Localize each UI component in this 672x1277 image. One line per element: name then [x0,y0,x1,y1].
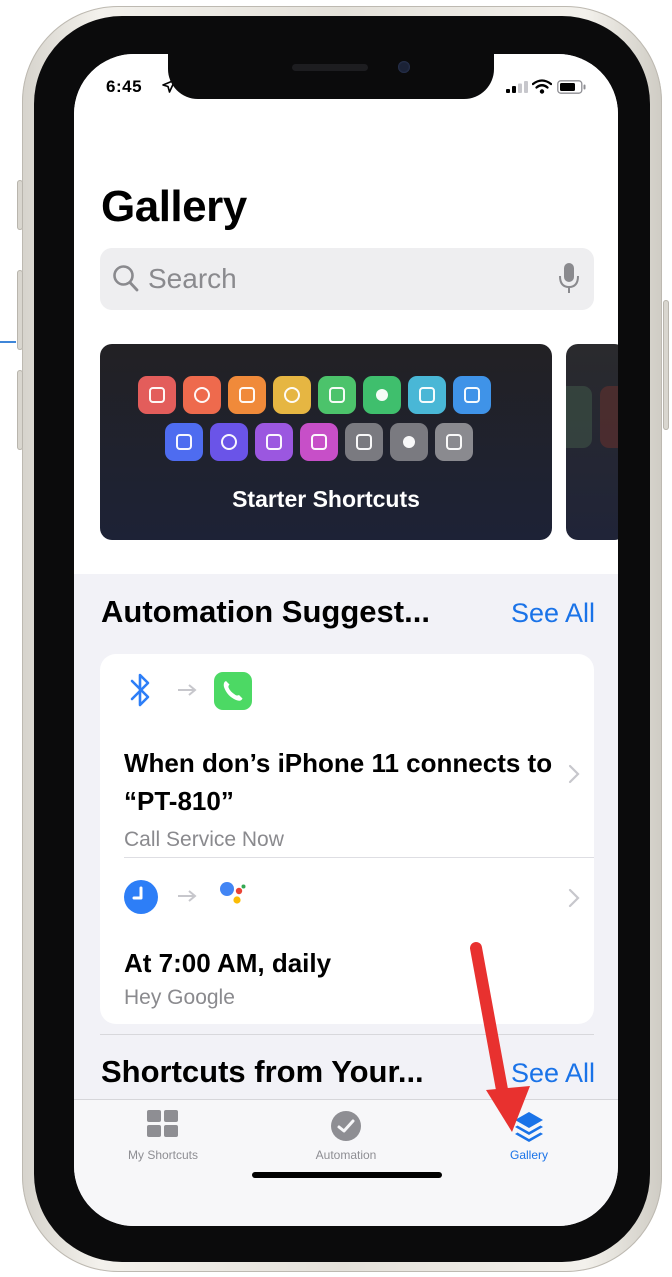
automation-clock-icon [331,1111,361,1141]
shortcuts-section-header: Shortcuts from Your... See All [101,1050,595,1096]
shortcut-app-icon [183,376,221,414]
section-separator [100,1034,594,1035]
shortcut-glyph-icon [176,434,192,450]
shortcut-glyph-icon [403,436,415,448]
status-time: 6:45 [106,77,143,96]
list-divider [124,857,594,858]
shortcut-app-icon [165,423,203,461]
banner-icon-row-1 [138,376,518,414]
shortcut-app-icon [300,423,338,461]
suggestion-title: When don’s iPhone 11 connects to “PT-810… [124,748,553,816]
search-input[interactable] [148,262,528,296]
clock-icon [124,880,158,914]
suggestion-item[interactable]: When don’s iPhone 11 connects to “PT-810… [124,670,580,852]
microphone-icon[interactable] [558,262,580,296]
shortcut-app-icon [138,376,176,414]
wifi-icon [532,79,552,94]
suggestion-subtitle: Call Service Now [124,828,284,851]
battery-icon [557,80,586,94]
automation-suggestions-card: When don’s iPhone 11 connects to “PT-810… [100,654,594,1024]
suggestion-title: At 7:00 AM, daily [124,948,332,978]
chevron-right-icon [568,764,580,784]
search-bar[interactable] [100,248,594,310]
chevron-right-icon [568,888,580,908]
shortcut-app-icon [408,376,446,414]
shortcut-app-icon [210,423,248,461]
home-indicator[interactable] [252,1172,442,1178]
shortcut-app-icon [435,423,473,461]
tab-label: My Shortcuts [127,1148,199,1162]
shortcut-glyph-icon [284,387,300,403]
shortcut-app-icon [318,376,356,414]
arrow-right-icon [178,890,197,902]
suggestion-item[interactable]: At 7:00 AM, daily Hey Google [124,874,580,1014]
phone-icon [214,672,252,710]
shortcut-glyph-icon [194,387,210,403]
starter-shortcuts-banner[interactable]: Starter Shortcuts [100,344,552,540]
arrow-right-icon [178,684,197,696]
shortcut-glyph-icon [376,389,388,401]
shortcut-glyph-icon [239,387,255,403]
automation-section-header: Automation Suggest... See All [101,590,595,636]
tab-label: Gallery [509,1148,548,1162]
notch [168,54,494,99]
bluetooth-icon [130,673,150,707]
shortcut-glyph-icon [446,434,462,450]
peek-icon [600,386,618,448]
annotation-line [0,341,16,343]
shortcut-app-icon [390,423,428,461]
shortcut-app-icon [273,376,311,414]
shortcut-glyph-icon [464,387,480,403]
shortcut-app-icon [228,376,266,414]
silent-switch [17,180,23,230]
section-title: Automation Suggest... [101,594,430,629]
earpiece-speaker [292,64,368,71]
shortcut-glyph-icon [266,434,282,450]
volume-up-button [17,270,23,350]
phone-screen: 6:45 Gallery Starter Shortcuts [74,54,618,1226]
shortcut-glyph-icon [221,434,237,450]
grid-icon [147,1110,178,1137]
tab-my-shortcuts[interactable]: My Shortcuts [88,1100,238,1190]
section-title: Shortcuts from Your... [101,1054,424,1089]
peek-icon [566,386,592,448]
shortcut-app-icon [345,423,383,461]
page-title: Gallery [101,182,247,231]
layers-icon [515,1112,543,1142]
volume-down-button [17,370,23,450]
shortcut-glyph-icon [329,387,345,403]
search-icon [113,265,139,292]
cellular-signal-icon [506,81,528,93]
see-all-link[interactable]: See All [511,598,595,629]
see-all-link[interactable]: See All [511,1058,595,1089]
tab-bar: My Shortcuts Automation Gallery [74,1099,618,1226]
banner-label: Starter Shortcuts [232,486,420,512]
power-button [663,300,669,430]
next-banner-peek[interactable] [566,344,618,540]
banner-icon-row-2 [138,423,518,461]
shortcut-glyph-icon [149,387,165,403]
suggestion-subtitle: Hey Google [124,986,235,1009]
shortcut-glyph-icon [419,387,435,403]
shortcut-app-icon [255,423,293,461]
banner-icon-grid [138,376,518,470]
tab-label: Automation [315,1148,377,1162]
shortcut-app-icon [453,376,491,414]
front-camera [398,61,410,73]
google-assistant-icon [220,882,246,904]
tab-gallery[interactable]: Gallery [454,1100,604,1190]
shortcut-app-icon [363,376,401,414]
shortcut-glyph-icon [311,434,327,450]
shortcut-glyph-icon [356,434,372,450]
